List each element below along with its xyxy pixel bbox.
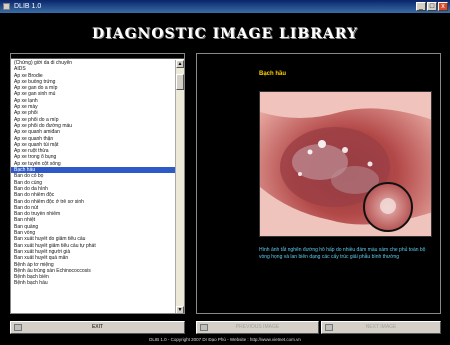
disease-list: (Chứng) giời da di chuyển AIDS Áp xe Brodi… — [11, 60, 177, 287]
app-icon — [3, 3, 10, 10]
scroll-thumb[interactable] — [176, 74, 184, 90]
close-button[interactable]: x — [438, 2, 448, 11]
list-item[interactable]: Bệnh bạch hầu — [11, 280, 177, 286]
app-title: DIAGNOSTIC IMAGE LIBRARY — [92, 26, 358, 42]
image-viewer-panel: Bạch hầu Hình ảnh tắt nghẽn đường hô hấp… — [196, 53, 441, 314]
minimize-button[interactable]: _ — [416, 2, 426, 11]
window-titlebar: DLIB 1.0 _ □ x — [0, 0, 450, 13]
disease-list-panel: (Chứng) giời da di chuyển AIDS Áp xe Brodi… — [10, 53, 185, 314]
next-icon — [325, 324, 333, 331]
previous-label: PREVIOUS IMAGE — [235, 324, 280, 330]
previous-icon — [200, 324, 208, 331]
exit-icon — [14, 324, 22, 331]
diagnostic-image — [259, 91, 432, 237]
previous-image-button[interactable]: PREVIOUS IMAGE — [196, 321, 319, 334]
maximize-button[interactable]: □ — [427, 2, 437, 11]
diagnosis-title: Bạch hầu — [259, 71, 287, 77]
scroll-down-icon[interactable]: ▼ — [176, 306, 184, 313]
next-label: NEXT IMAGE — [365, 324, 397, 330]
exit-button[interactable]: EXIT — [10, 321, 185, 334]
app-frame: DIAGNOSTIC IMAGE LIBRARY (Chứng) giời da… — [0, 13, 450, 345]
footer-credit: DLIB 1.0 - Copyright 2007 Dr Đạo Phú - W… — [149, 337, 301, 342]
list-scrollbar[interactable]: ▲ ▼ — [175, 60, 184, 313]
scroll-up-icon[interactable]: ▲ — [176, 60, 184, 68]
app-header: DIAGNOSTIC IMAGE LIBRARY — [0, 18, 450, 50]
exit-label: EXIT — [91, 324, 104, 330]
diagnosis-caption: Hình ảnh tắt nghẽn đường hô hấp do nhiều… — [259, 247, 426, 260]
list-header — [11, 54, 184, 59]
window-title: DLIB 1.0 — [14, 3, 42, 10]
next-image-button[interactable]: NEXT IMAGE — [321, 321, 441, 334]
